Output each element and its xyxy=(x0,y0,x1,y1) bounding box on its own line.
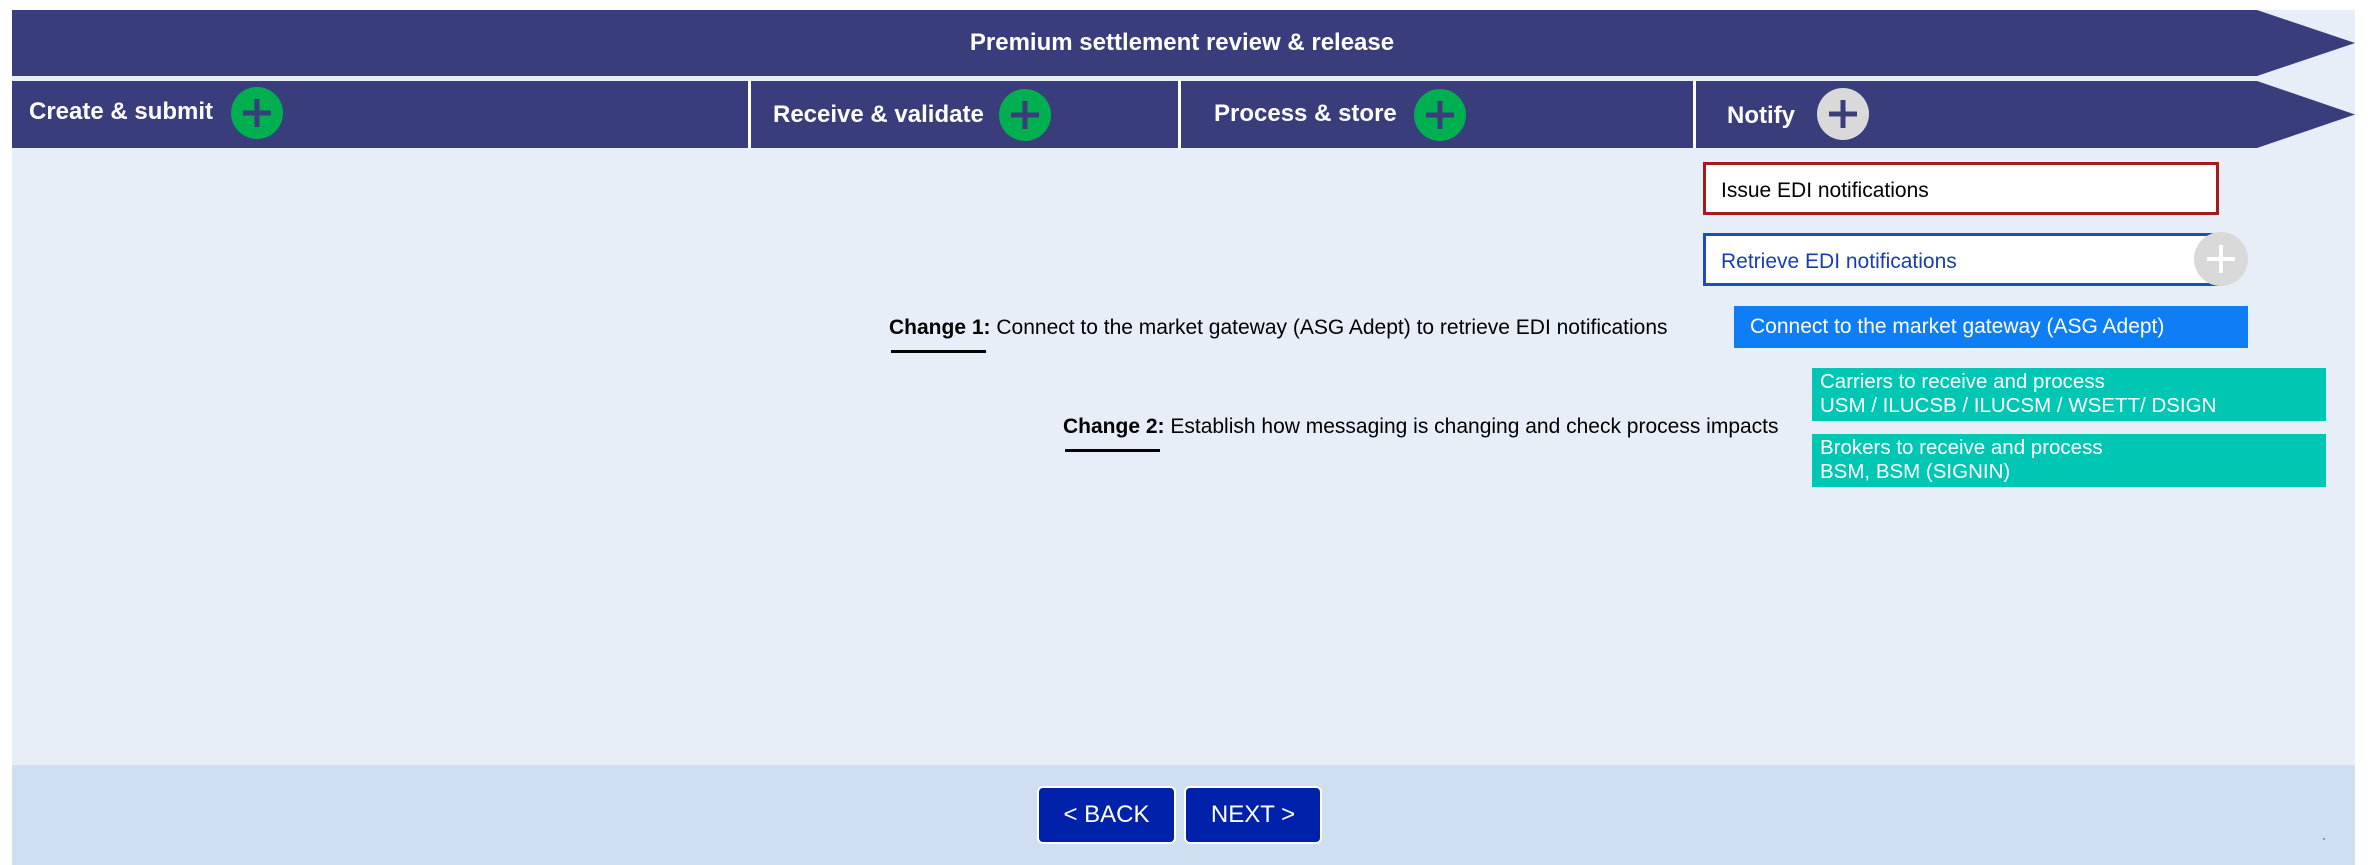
footer-dot xyxy=(2323,838,2325,840)
task-issue-edi-notifications[interactable]: Issue EDI notifications xyxy=(1703,162,2219,215)
change-2-text: Establish how messaging is changing and … xyxy=(1170,415,1779,438)
change-2-label: Change 2: xyxy=(1063,415,1165,438)
stage-create-submit[interactable]: Create & submit xyxy=(29,97,213,127)
page-title: Premium settlement review & release xyxy=(969,29,1395,56)
next-button[interactable]: NEXT > xyxy=(1186,788,1320,842)
task-retrieve-edi-notifications[interactable]: Retrieve EDI notifications xyxy=(1703,233,2219,286)
plus-icon[interactable] xyxy=(1414,89,1466,141)
change-2: Change 2: Establish how messaging is cha… xyxy=(1063,415,1779,439)
stage-notify[interactable]: Notify xyxy=(1727,101,1795,131)
change-1-label: Change 1: xyxy=(889,316,991,339)
plus-icon[interactable] xyxy=(999,89,1051,141)
gateway-connection-bar[interactable]: Connect to the market gateway (ASG Adept… xyxy=(1734,306,2248,348)
brokers-box: Brokers to receive and process BSM, BSM … xyxy=(1812,434,2326,487)
back-button[interactable]: < BACK xyxy=(1039,788,1174,842)
carriers-box: Carriers to receive and process USM / IL… xyxy=(1812,368,2326,421)
brokers-line-2: BSM, BSM (SIGNIN) xyxy=(1820,460,2011,483)
change-1-underline xyxy=(891,350,986,353)
stage-process-store[interactable]: Process & store xyxy=(1214,99,1397,129)
change-1-text: Connect to the market gateway (ASG Adept… xyxy=(996,316,1668,339)
footer-bar xyxy=(12,765,2355,865)
plus-icon[interactable] xyxy=(231,87,283,139)
change-2-underline xyxy=(1065,449,1160,452)
plus-icon[interactable] xyxy=(1817,88,1869,140)
brokers-line-1: Brokers to receive and process xyxy=(1820,436,2103,459)
change-1: Change 1: Connect to the market gateway … xyxy=(889,316,1668,340)
carriers-line-1: Carriers to receive and process xyxy=(1820,370,2105,393)
plus-icon[interactable] xyxy=(2194,232,2248,286)
stage-receive-validate[interactable]: Receive & validate xyxy=(773,100,984,130)
stages-bar xyxy=(12,81,2355,148)
carriers-line-2: USM / ILUCSB / ILUCSM / WSETT/ DSIGN xyxy=(1820,394,2217,417)
